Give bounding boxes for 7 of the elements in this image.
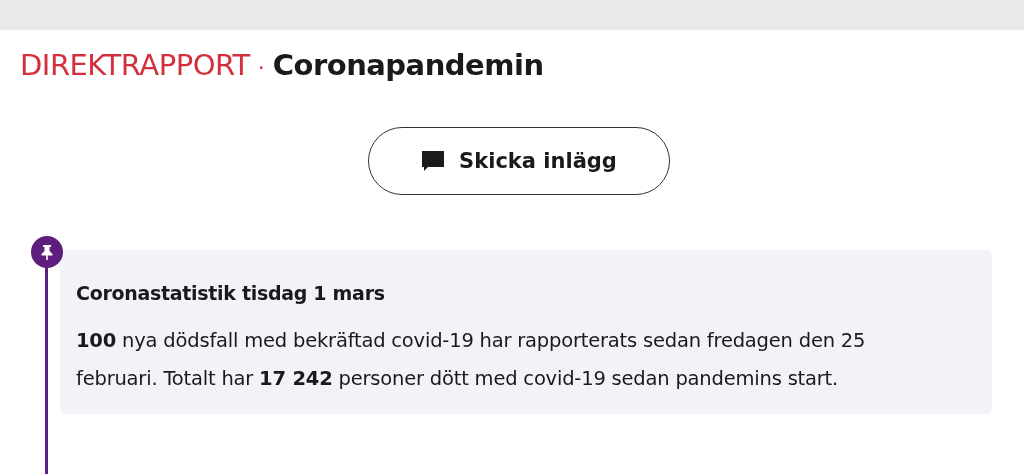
submit-post-button[interactable]: Skicka inlägg bbox=[368, 127, 670, 195]
speech-bubble-icon bbox=[421, 149, 446, 173]
live-report-label: DIREKTRAPPORT bbox=[20, 48, 250, 82]
separator-dot: · bbox=[257, 55, 265, 80]
page-title: Coronapandemin bbox=[272, 48, 544, 82]
post-body: 100 nya dödsfall med bekräftad covid-19 har rapporterats sedan fredagen den 25 februari. Totalt har 17 242 personer dött med covid-19 sedan pandemins start. bbox=[76, 328, 867, 392]
post-title: Coronastatistik tisdag 1 mars bbox=[76, 282, 386, 304]
